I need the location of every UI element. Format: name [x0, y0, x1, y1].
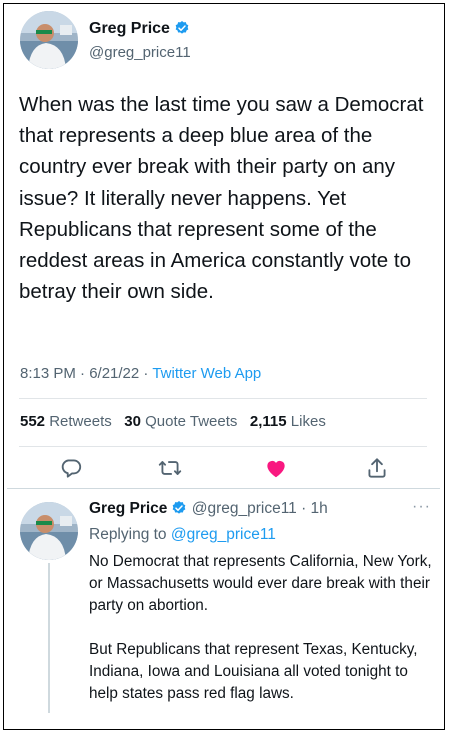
- retweet-icon: [158, 461, 182, 475]
- share-button[interactable]: [364, 455, 390, 481]
- more-icon[interactable]: ···: [412, 498, 431, 516]
- retweets-count: 552: [20, 413, 46, 430]
- reply-button[interactable]: [58, 455, 84, 481]
- reply-author-avatar[interactable]: [20, 502, 78, 560]
- likes-stat[interactable]: 2,115 Likes: [250, 413, 326, 430]
- reply-paragraph: No Democrat that represents California, …: [89, 553, 432, 614]
- verified-badge-icon: [171, 500, 187, 521]
- retweets-label: Retweets: [49, 413, 112, 430]
- likes-count: 2,115: [249, 413, 287, 430]
- reply-author-name[interactable]: Greg Price: [89, 500, 167, 517]
- share-icon: [368, 458, 386, 478]
- reply-text: No Democrat that represents California, …: [89, 551, 434, 727]
- reply-header: Greg Price @greg_price11 · 1h: [89, 500, 328, 521]
- replying-to-link[interactable]: @greg_price11: [171, 526, 276, 543]
- quotes-count: 30: [124, 413, 141, 430]
- retweet-button[interactable]: [157, 455, 183, 481]
- divider: [19, 446, 427, 447]
- divider: [19, 398, 427, 399]
- reply-icon: [61, 459, 82, 478]
- tweet-meta: 8:13 PM · 6/21/22 · Twitter Web App: [20, 365, 261, 382]
- reply-handle-time[interactable]: @greg_price11 · 1h: [192, 500, 328, 517]
- thread-line: [48, 563, 50, 713]
- tweet-timestamp[interactable]: 8:13 PM · 6/21/22 ·: [20, 365, 152, 382]
- author-avatar[interactable]: [20, 11, 78, 69]
- reply-paragraph: But Republicans that represent Texas, Ke…: [89, 641, 418, 702]
- author-name-text[interactable]: Greg Price: [89, 20, 170, 37]
- divider: [7, 488, 440, 489]
- author-handle[interactable]: @greg_price11: [89, 44, 191, 61]
- author-name[interactable]: Greg Price: [89, 20, 190, 41]
- tweet-text: When was the last time you saw a Democra…: [19, 93, 424, 304]
- replying-to: Replying to @greg_price11: [89, 526, 276, 544]
- tweet-source-app[interactable]: Twitter Web App: [152, 365, 261, 382]
- replying-to-prefix: Replying to: [89, 526, 171, 543]
- like-icon: [267, 460, 285, 478]
- quotes-stat[interactable]: 30 Quote Tweets: [124, 413, 237, 430]
- like-button[interactable]: [263, 455, 289, 481]
- engagement-counts: 552 Retweets 30 Quote Tweets 2,115 Likes: [20, 413, 326, 430]
- quotes-label: Quote Tweets: [145, 413, 238, 430]
- likes-label: Likes: [290, 413, 326, 430]
- verified-badge-icon: [174, 20, 190, 41]
- retweets-stat[interactable]: 552 Retweets: [20, 413, 112, 430]
